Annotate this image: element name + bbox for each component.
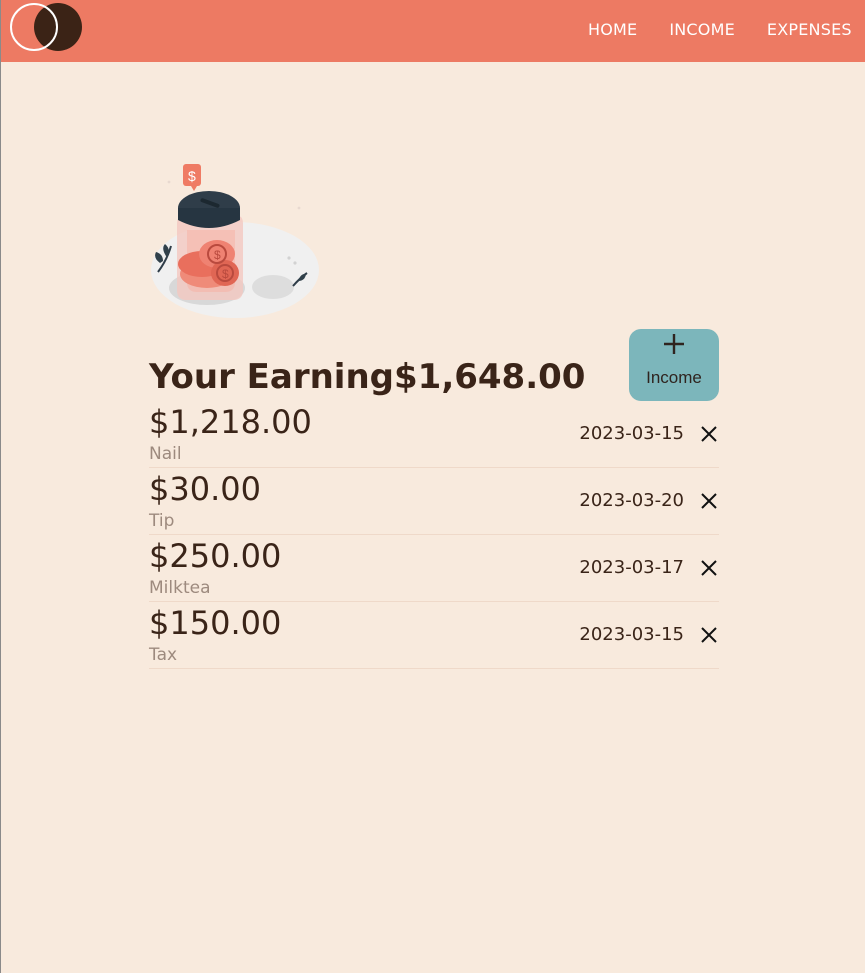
income-date: 2023-03-20	[579, 490, 684, 511]
nav-income-link[interactable]: INCOME	[669, 20, 735, 40]
plus-icon	[664, 334, 684, 354]
close-icon	[701, 627, 717, 643]
close-icon	[701, 426, 717, 442]
income-row: $150.00 Tax 2023-03-15	[149, 603, 719, 669]
svg-text:$: $	[222, 267, 229, 281]
top-navbar: HOME INCOME EXPENSES	[1, 0, 865, 62]
income-date: 2023-03-15	[579, 423, 684, 444]
income-source: Milktea	[149, 578, 211, 598]
close-icon	[701, 560, 717, 576]
logo-icon[interactable]	[10, 3, 84, 51]
income-amount: $150.00	[149, 604, 282, 642]
income-amount: $1,218.00	[149, 403, 312, 441]
delete-income-button[interactable]	[699, 424, 719, 444]
earning-summary: Your Earning$1,648.00 Income	[149, 329, 719, 402]
coin-jar-illustration: $ $ $	[151, 164, 319, 318]
add-income-button[interactable]: Income	[629, 329, 719, 401]
income-date: 2023-03-15	[579, 624, 684, 645]
delete-income-button[interactable]	[699, 625, 719, 645]
income-page: HOME INCOME EXPENSES $ $ $ Your Earning$…	[0, 0, 865, 973]
svg-text:$: $	[214, 248, 221, 262]
income-date: 2023-03-17	[579, 557, 684, 578]
income-row: $30.00 Tip 2023-03-20	[149, 469, 719, 535]
delete-income-button[interactable]	[699, 491, 719, 511]
income-amount: $250.00	[149, 537, 282, 575]
income-row: $1,218.00 Nail 2023-03-15	[149, 402, 719, 468]
main-navigation: HOME INCOME EXPENSES	[588, 20, 852, 40]
income-source: Nail	[149, 444, 182, 464]
close-icon	[701, 493, 717, 509]
svg-text:$: $	[188, 168, 196, 184]
income-source: Tax	[149, 645, 178, 665]
income-list: $1,218.00 Nail 2023-03-15 $30.00 Tip 202…	[149, 402, 719, 670]
delete-income-button[interactable]	[699, 558, 719, 578]
nav-expenses-link[interactable]: EXPENSES	[767, 20, 852, 40]
income-row: $250.00 Milktea 2023-03-17	[149, 536, 719, 602]
add-income-label: Income	[646, 368, 702, 387]
earning-title: Your Earning$1,648.00	[149, 356, 586, 397]
nav-home-link[interactable]: HOME	[588, 20, 637, 40]
income-source: Tip	[149, 511, 175, 531]
income-amount: $30.00	[149, 470, 261, 508]
